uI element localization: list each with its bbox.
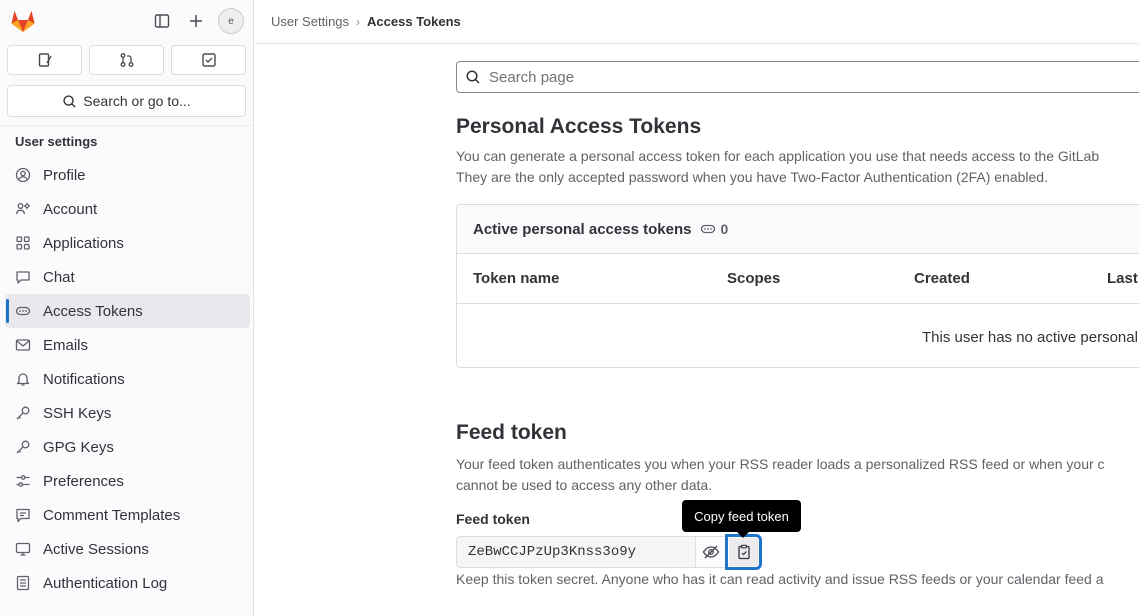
sidebar-item-comment-templates[interactable]: Comment Templates (5, 498, 250, 532)
merge-request-icon (120, 53, 133, 67)
gitlab-logo-icon[interactable] (10, 8, 36, 34)
pat-description-line-1: You can generate a personal access token… (456, 148, 1100, 164)
sidebar-item-preferences[interactable]: Preferences (5, 464, 250, 498)
column-scopes[interactable]: Scopes (727, 270, 780, 287)
tokens-table-header: Token name Scopes Created Last (457, 254, 1139, 304)
sidebar-item-label: Active Sessions (43, 540, 149, 558)
feed-description-line-2: cannot be used to access any other data. (456, 477, 713, 493)
chat-icon (15, 269, 31, 285)
sidebar-item-label: Applications (43, 234, 124, 252)
global-search-button[interactable]: Search or go to... (7, 85, 246, 117)
merge-requests-count-button[interactable] (89, 45, 164, 75)
feed-token-input-group: ZeBwCCJPzUp3Knss3o9y (456, 536, 760, 568)
token-icon (15, 303, 31, 319)
feed-token-field[interactable]: ZeBwCCJPzUp3Knss3o9y (456, 536, 696, 568)
sidebar-item-label: Preferences (43, 472, 124, 490)
sidebar-counts (7, 45, 246, 75)
active-tokens-title: Active personal access tokens (473, 220, 692, 238)
copy-feed-token-tooltip: Copy feed token (682, 500, 801, 538)
personal-access-tokens-title: Personal Access Tokens (456, 115, 702, 138)
monitor-icon (15, 541, 31, 557)
preferences-icon (15, 473, 31, 489)
sidebar-item-ssh-keys[interactable]: SSH Keys (5, 396, 250, 430)
token-icon (701, 224, 716, 234)
sidebar-item-label: GPG Keys (43, 438, 114, 456)
search-page-input[interactable] (487, 67, 1091, 87)
sidebar-item-label: Account (43, 200, 98, 218)
sidebar-item-label: Chat (43, 268, 75, 286)
sidebar-item-emails[interactable]: Emails (5, 328, 250, 362)
clipboard-icon (737, 544, 750, 560)
breadcrumb-user-settings[interactable]: User Settings (271, 14, 349, 29)
sidebar-item-chat[interactable]: Chat (5, 260, 250, 294)
todo-icon (201, 53, 216, 67)
feed-token-label: Feed token (456, 511, 530, 527)
column-token-name[interactable]: Token name (473, 270, 559, 287)
sidebar-item-label: Profile (43, 166, 86, 184)
active-tokens-card-header: Active personal access tokens 0 (457, 205, 1139, 254)
sidebar-item-applications[interactable]: Applications (5, 226, 250, 260)
bell-icon (15, 371, 31, 387)
mail-icon (15, 337, 31, 353)
copy-feed-token-button[interactable] (727, 536, 760, 568)
sidebar-item-account[interactable]: Account (5, 192, 250, 226)
comment-icon (15, 507, 31, 523)
sidebar-item-label: Comment Templates (43, 506, 181, 524)
issues-count-button[interactable] (7, 45, 82, 75)
feed-description-line-1: Your feed token authenticates you when y… (456, 456, 1105, 472)
avatar[interactable]: e (218, 8, 244, 34)
sidebar-item-gpg-keys[interactable]: GPG Keys (5, 430, 250, 464)
active-tokens-count: 0 (700, 221, 728, 237)
sidebar-section-title: User settings (15, 134, 98, 149)
sidebar-item-label: Authentication Log (43, 574, 168, 592)
search-icon (63, 94, 76, 108)
sidebar-item-access-tokens[interactable]: Access Tokens (5, 294, 250, 328)
global-search-label: Search or go to... (83, 93, 191, 109)
breadcrumb-separator: › (356, 14, 361, 29)
active-tokens-card: Active personal access tokens 0 Token na… (456, 204, 1139, 368)
todos-count-button[interactable] (171, 45, 246, 75)
sidebar-item-notifications[interactable]: Notifications (5, 362, 250, 396)
pat-description-line-2: They are the only accepted password when… (456, 169, 1048, 185)
active-tokens-count-value: 0 (720, 221, 729, 237)
sidebar-top: e (0, 0, 253, 42)
key-icon (15, 439, 31, 455)
applications-icon (15, 235, 31, 251)
key-icon (15, 405, 31, 421)
sidebar-item-profile[interactable]: Profile (5, 158, 250, 192)
sidebar-item-label: Emails (43, 336, 89, 354)
sidebar-item-label: Access Tokens (43, 302, 143, 320)
breadcrumb: User Settings › Access Tokens (255, 0, 1139, 44)
empty-state-text: This user has no active personal (922, 329, 1138, 346)
account-icon (15, 201, 31, 217)
search-page-field[interactable] (456, 61, 1139, 93)
column-last-used[interactable]: Last (1107, 270, 1138, 287)
feed-token-help-text: Keep this token secret. Anyone who has i… (456, 571, 1104, 587)
sidebar-divider (0, 125, 253, 126)
toggle-visibility-button[interactable] (696, 536, 727, 568)
search-icon (466, 70, 480, 84)
breadcrumb-current[interactable]: Access Tokens (367, 14, 461, 29)
eye-slash-icon (702, 545, 720, 559)
sidebar: e Search or go to... User settings Profi… (0, 0, 254, 616)
feed-token-title: Feed token (456, 421, 567, 444)
sidebar-item-authentication-log[interactable]: Authentication Log (5, 566, 250, 600)
issues-icon (38, 53, 52, 67)
sidebar-nav: Profile Account Applications Chat Access… (5, 158, 250, 600)
sidebar-item-label: SSH Keys (43, 404, 112, 422)
sidebar-item-active-sessions[interactable]: Active Sessions (5, 532, 250, 566)
column-created[interactable]: Created (914, 270, 970, 287)
avatar-alt-text: e (228, 15, 234, 27)
log-icon (15, 575, 31, 591)
sidebar-item-label: Notifications (43, 370, 125, 388)
plus-icon[interactable] (186, 11, 206, 31)
tokens-table-empty-row: This user has no active personal (457, 304, 1139, 367)
sidebar-toggle-icon[interactable] (152, 11, 172, 31)
profile-icon (15, 167, 31, 183)
main-content: Personal Access Tokens You can generate … (456, 45, 1139, 616)
